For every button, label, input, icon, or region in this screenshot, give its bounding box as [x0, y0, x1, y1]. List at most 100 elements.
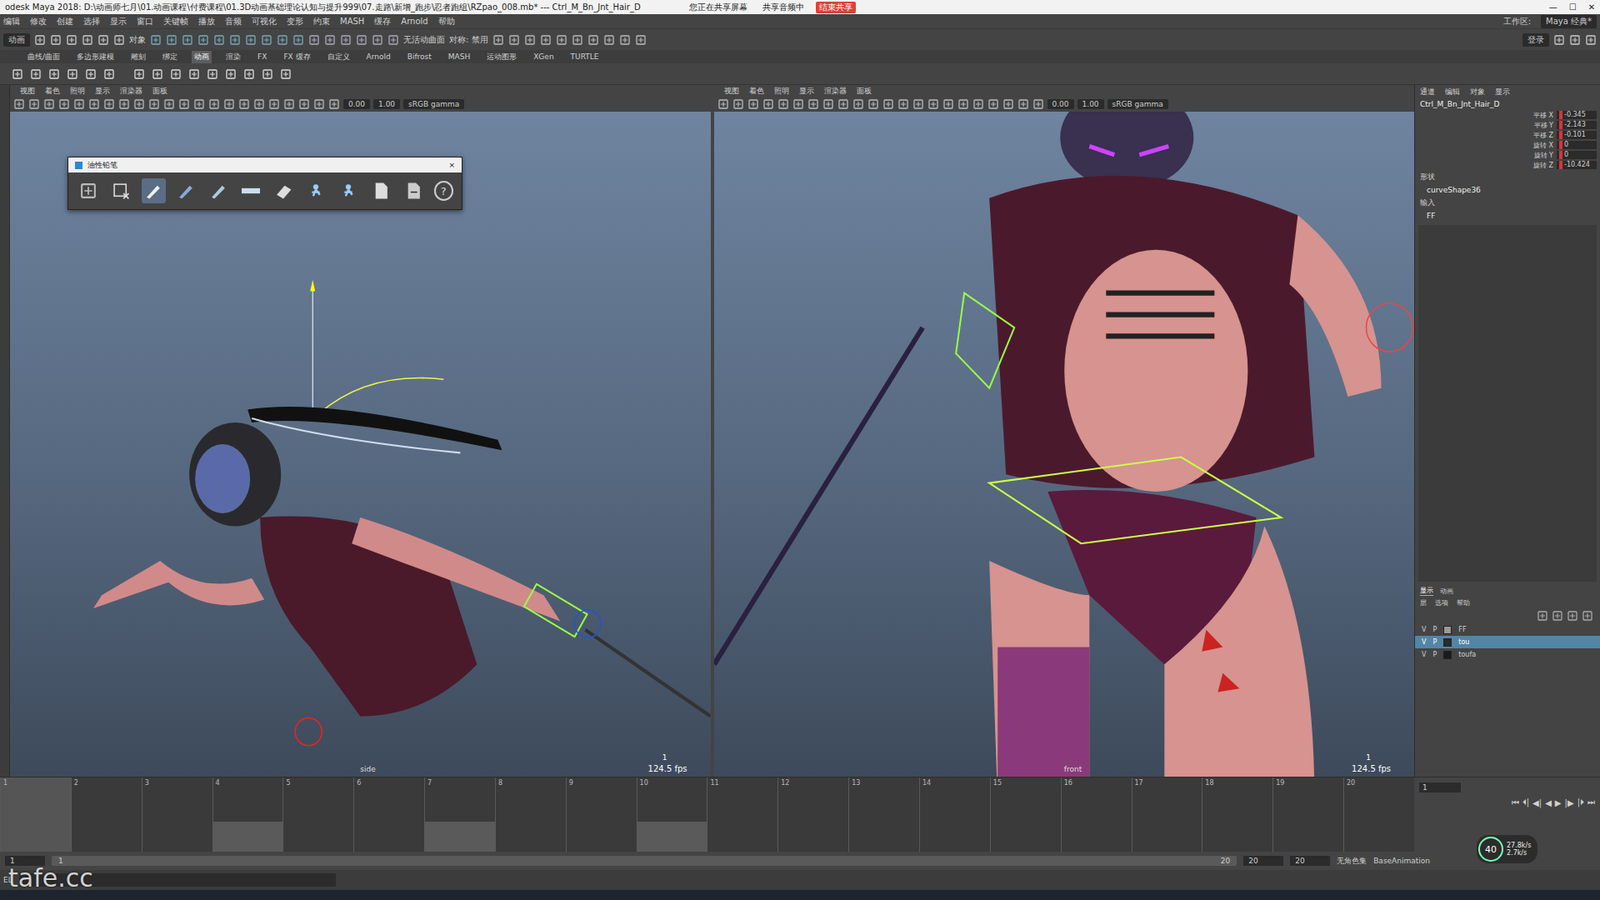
layer-menu-item[interactable]: 选项: [1435, 598, 1449, 608]
grease-tool-button[interactable]: [239, 178, 264, 204]
shelf-tab[interactable]: FX 缓存: [280, 50, 313, 64]
playback-toggle[interactable]: P: [1432, 650, 1437, 659]
render-icon[interactable]: [619, 34, 631, 46]
frame-cell[interactable]: 15: [990, 777, 1061, 852]
panel-toggle-icon[interactable]: [1553, 34, 1565, 46]
viewport-tool-icon[interactable]: [867, 98, 880, 110]
viewport-tool-icon[interactable]: [88, 98, 100, 110]
viewport-tool-icon[interactable]: [193, 98, 205, 110]
menu-item[interactable]: 可视化: [251, 15, 277, 28]
frame-cell[interactable]: 8: [495, 777, 566, 852]
stop-sharing-button[interactable]: 结束共享: [815, 1, 856, 14]
shelf-tab[interactable]: 雕刻: [128, 50, 149, 64]
panel-menu[interactable]: 渲染器: [120, 85, 143, 97]
visibility-toggle[interactable]: V: [1421, 625, 1426, 634]
viewport-tool-icon[interactable]: [1002, 98, 1015, 110]
menu-item[interactable]: 关键帧: [163, 15, 189, 28]
menu-item[interactable]: 约束: [313, 15, 330, 28]
snap-icon[interactable]: [340, 34, 352, 46]
layer-row[interactable]: VPtoufa: [1415, 648, 1600, 661]
menu-item[interactable]: 编辑: [3, 15, 20, 28]
frame-cell[interactable]: 2: [70, 777, 142, 852]
shelf-tool-icon[interactable]: [225, 68, 237, 80]
layer-menu-item[interactable]: 帮助: [1456, 598, 1470, 608]
render-icon[interactable]: [587, 34, 600, 46]
select-mask-icon[interactable]: [229, 34, 241, 46]
frame-cell[interactable]: 20: [1343, 777, 1415, 852]
shelf-tab[interactable]: 多边形建模: [74, 50, 117, 64]
channel-menu[interactable]: 显示: [1495, 86, 1510, 98]
menu-item[interactable]: 音频: [225, 15, 242, 28]
ghost-icon[interactable]: [339, 181, 358, 200]
viewport-tool-icon[interactable]: [897, 98, 910, 110]
viewport-tool-icon[interactable]: [28, 98, 40, 110]
viewport-tool-icon[interactable]: [73, 98, 85, 110]
frame-cell[interactable]: 14: [919, 777, 990, 852]
input-name[interactable]: FF: [1415, 210, 1600, 222]
select-mask-icon[interactable]: [260, 34, 273, 46]
shelf-tool-icon[interactable]: [188, 68, 200, 80]
panel-menu[interactable]: 视图: [20, 85, 35, 97]
menu-item[interactable]: 窗口: [136, 15, 154, 28]
file-icon[interactable]: [65, 34, 78, 46]
panel-menu[interactable]: 照明: [774, 85, 790, 97]
close-button[interactable]: ×: [448, 160, 455, 170]
visibility-toggle[interactable]: V: [1421, 650, 1426, 659]
file-icon[interactable]: [81, 34, 94, 46]
viewport-tool-icon[interactable]: [1017, 98, 1030, 110]
channel-row[interactable]: 平移 Y-2.143: [1418, 120, 1597, 130]
render-icon[interactable]: [492, 34, 505, 46]
channel-value[interactable]: 0: [1556, 140, 1597, 150]
playback-button[interactable]: |▶: [1565, 798, 1575, 808]
character-set[interactable]: 无角色集: [1336, 855, 1367, 867]
frame-cell[interactable]: 12: [777, 777, 849, 852]
viewport-tool-icon[interactable]: [178, 98, 190, 110]
anim-layer[interactable]: BaseAnimation: [1373, 856, 1430, 865]
playback-button[interactable]: |⏵: [1577, 797, 1585, 808]
channel-menu[interactable]: 编辑: [1445, 86, 1460, 98]
snap-icon[interactable]: [308, 34, 320, 46]
window-control[interactable]: —: [1549, 2, 1558, 12]
viewport-tool-icon[interactable]: [58, 98, 70, 110]
grease-tool-button[interactable]: [401, 178, 426, 204]
shelf-tab[interactable]: 渲染: [223, 50, 244, 64]
ghost-icon[interactable]: [306, 181, 325, 200]
viewport-tool-icon[interactable]: [807, 98, 820, 110]
end-field[interactable]: 20: [1243, 855, 1284, 866]
brush-icon[interactable]: [209, 181, 228, 200]
viewport-tool-icon[interactable]: [313, 98, 325, 110]
exposure-field[interactable]: 0.00: [343, 99, 370, 110]
viewport-tool-icon[interactable]: [822, 98, 835, 110]
shelf-tab[interactable]: 运动图形: [484, 50, 520, 64]
playback-toggle[interactable]: P: [1432, 638, 1437, 646]
shelf-tool-icon[interactable]: [66, 68, 79, 80]
exposure-field[interactable]: 0.00: [1047, 99, 1075, 110]
shelf-tab[interactable]: 绑定: [160, 50, 180, 64]
viewport-tool-icon[interactable]: [747, 98, 760, 110]
layer-button-icon[interactable]: [1536, 610, 1549, 622]
panel-menu[interactable]: 面板: [856, 85, 872, 97]
viewport-tool-icon[interactable]: [852, 98, 865, 110]
viewport-tool-icon[interactable]: [13, 98, 25, 110]
panel-menu[interactable]: 显示: [799, 85, 815, 97]
object-mode[interactable]: 对象: [129, 34, 146, 46]
viewport-tool-icon[interactable]: [717, 98, 730, 110]
viewport-tool-icon[interactable]: [1032, 98, 1045, 110]
snap-icon[interactable]: [324, 34, 336, 46]
frame-cell[interactable]: 7: [424, 777, 495, 852]
playback-button[interactable]: ▶: [1555, 798, 1562, 808]
frame-cell[interactable]: 6: [353, 777, 425, 852]
channel-row[interactable]: 平移 Z-0.101: [1418, 130, 1597, 140]
viewport-tool-icon[interactable]: [837, 98, 850, 110]
viewport-tool-icon[interactable]: [133, 98, 145, 110]
menu-item[interactable]: 缓存: [374, 15, 391, 28]
shelf-tab[interactable]: MASH: [445, 51, 473, 62]
shape-name[interactable]: curveShape36: [1415, 184, 1600, 196]
shelf-tab[interactable]: XGen: [530, 51, 556, 62]
viewport-tool-icon[interactable]: [253, 98, 265, 110]
select-mask-icon[interactable]: [181, 34, 194, 46]
shelf-tab[interactable]: FX: [255, 51, 270, 62]
render-icon[interactable]: [508, 34, 520, 46]
grease-tool-button[interactable]: [109, 178, 134, 204]
viewport-tool-icon[interactable]: [957, 98, 970, 110]
